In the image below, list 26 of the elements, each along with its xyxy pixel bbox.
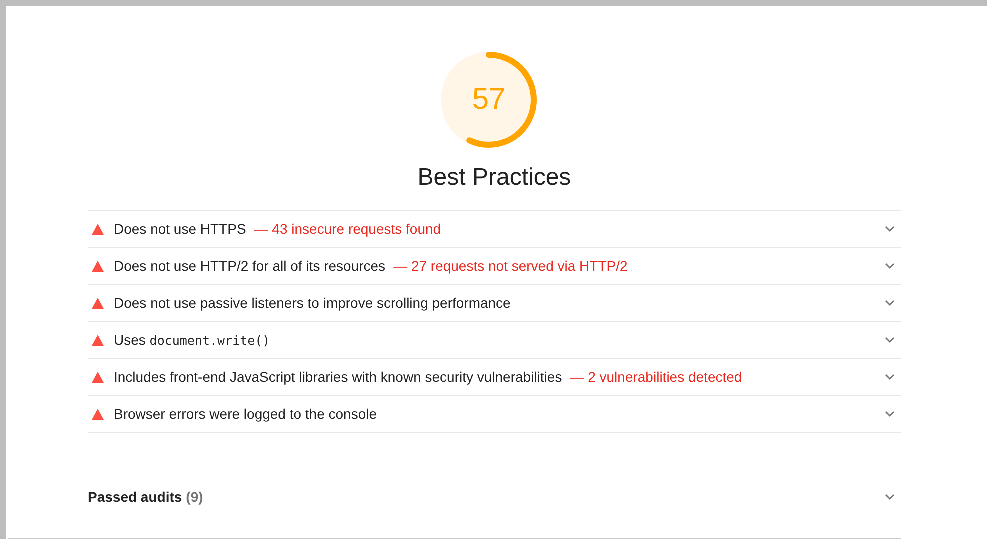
score-value: 57 bbox=[471, 84, 507, 116]
category-title: Best Practices bbox=[416, 164, 572, 192]
chevron-icon[interactable] bbox=[885, 410, 895, 418]
warning-icon bbox=[92, 334, 104, 346]
chevron-icon[interactable] bbox=[885, 374, 895, 380]
chevron-icon[interactable] bbox=[885, 226, 895, 232]
audit-title: Uses document.write() bbox=[114, 332, 270, 348]
warning-icon bbox=[92, 372, 104, 382]
chevron-icon[interactable] bbox=[885, 262, 895, 270]
chevron-icon[interactable] bbox=[885, 336, 895, 344]
audit-title: Does not use passive listeners to improve scrolling performance bbox=[114, 295, 511, 311]
audit-title: Does not use HTTP/2 for all of its resources bbox=[114, 258, 386, 274]
warning-icon bbox=[92, 224, 104, 234]
chevron-icon[interactable] bbox=[885, 494, 895, 500]
passed-audits-label[interactable]: Passed audits bbox=[88, 489, 182, 505]
warning-icon bbox=[92, 408, 104, 420]
audit-detail: — 27 requests not served via HTTP/2 bbox=[394, 258, 628, 274]
audit-detail: — 43 insecure requests found bbox=[254, 221, 442, 237]
audit-detail: — 2 vulnerabilities detected bbox=[570, 369, 742, 385]
audit-title: Includes front-end JavaScript libraries with known security vulnerabilities bbox=[114, 369, 562, 385]
chevron-icon[interactable] bbox=[885, 300, 895, 306]
warning-icon bbox=[92, 260, 104, 272]
audit-title: Does not use HTTPS bbox=[114, 221, 246, 237]
passed-audits-count: (9) bbox=[186, 489, 204, 505]
warning-icon bbox=[92, 298, 104, 308]
audit-title: Browser errors were logged to the console bbox=[114, 406, 378, 422]
